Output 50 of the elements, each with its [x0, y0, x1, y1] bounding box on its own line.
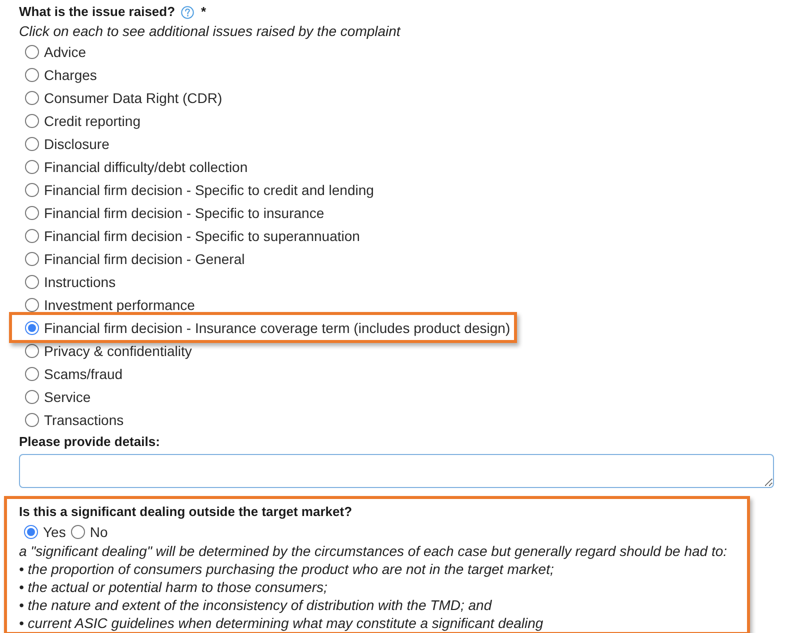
option-label[interactable]: Advice	[44, 44, 86, 58]
option-label[interactable]: Instructions	[44, 274, 116, 288]
note-text: • current ASIC guidelines when determining what may constitute a significant dealing	[19, 615, 544, 631]
option-label[interactable]: Investment performance	[44, 298, 195, 312]
radio-button[interactable]	[25, 136, 39, 150]
radio-button[interactable]	[25, 320, 39, 334]
note-text: • the actual or potential harm to those consumers;	[19, 579, 328, 595]
option-label[interactable]: Financial difficulty/debt collection	[44, 160, 248, 174]
option-label[interactable]: Financial firm decision - Insurance coverage term (includes product design)	[44, 320, 510, 334]
radio-button[interactable]	[25, 160, 39, 174]
radio-button[interactable]	[25, 44, 39, 58]
radio-button[interactable]	[25, 182, 39, 196]
note-text: • the proportion of consumers purchasing the product who are not in the target market;	[19, 561, 554, 577]
option-label[interactable]: Scams/fraud	[44, 366, 123, 380]
radio-button[interactable]	[25, 90, 39, 104]
radio-button[interactable]	[25, 228, 39, 242]
option-label[interactable]: Financial firm decision - Specific to insurance	[44, 206, 324, 220]
radio-button[interactable]	[25, 114, 39, 128]
option-label[interactable]: Yes	[43, 524, 66, 540]
option-label[interactable]: Privacy & confidentiality	[44, 344, 192, 358]
radio-button[interactable]	[24, 525, 38, 539]
radio-button[interactable]	[25, 298, 39, 312]
option-label[interactable]: Financial firm decision - Specific to credit and lending	[44, 182, 374, 196]
option-label[interactable]: No	[90, 524, 108, 540]
radio-button[interactable]	[25, 412, 39, 426]
option-label[interactable]: Service	[44, 390, 91, 404]
option-label[interactable]: Financial firm decision - Specific to superannuation	[44, 228, 360, 242]
help-icon[interactable]	[181, 6, 194, 18]
details-field[interactable]	[19, 454, 774, 488]
hint-text: Click on each to see additional issues raised by the complaint	[19, 22, 400, 38]
option-label[interactable]: Transactions	[44, 412, 124, 426]
option-label[interactable]: Consumer Data Right (CDR)	[44, 90, 222, 104]
radio-button[interactable]	[25, 366, 39, 380]
question-label: Is this a significant dealing outside the target market?	[19, 503, 352, 522]
option-label[interactable]: Credit reporting	[44, 114, 140, 128]
required-mark: *	[201, 3, 206, 22]
radio-button[interactable]	[25, 274, 39, 288]
note-text: • the nature and extent of the inconsistency of distribution with the TMD; and	[19, 597, 492, 613]
question-label: What is the issue raised?	[19, 3, 176, 22]
radio-button[interactable]	[25, 252, 39, 266]
radio-button[interactable]	[70, 525, 85, 539]
radio-button[interactable]	[25, 390, 39, 404]
radio-button[interactable]	[25, 206, 39, 220]
option-label[interactable]: Financial firm decision - General	[44, 252, 245, 266]
radio-button[interactable]	[25, 68, 39, 82]
field-label: Please provide details:	[19, 433, 160, 452]
option-label[interactable]: Charges	[44, 68, 97, 82]
option-label[interactable]: Disclosure	[44, 136, 110, 150]
note-text: a "significant dealing" will be determined by the circumstances of each case but generally regard should be had to:	[19, 543, 728, 559]
radio-button[interactable]	[25, 344, 39, 358]
